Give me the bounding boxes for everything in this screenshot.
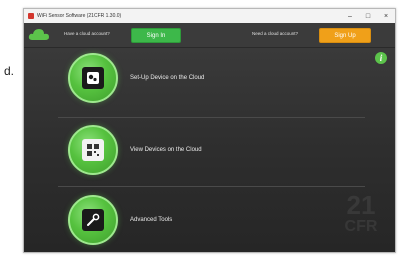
- minimize-button[interactable]: –: [341, 9, 359, 23]
- main-panel: i Set-Up Device on the Cloud View Device…: [24, 48, 395, 252]
- setup-device-button[interactable]: [68, 53, 118, 103]
- close-button[interactable]: ×: [377, 9, 395, 23]
- sign-in-button[interactable]: Sign In: [131, 28, 181, 43]
- divider: [58, 117, 365, 118]
- menu-item-label: Set-Up Device on the Cloud: [130, 75, 205, 81]
- app-icon: [28, 13, 34, 19]
- menu-item-label: Advanced Tools: [130, 217, 173, 223]
- page-text-fragment: d.: [4, 64, 15, 78]
- need-account-question: Need a cloud account?: [252, 31, 299, 36]
- divider: [58, 186, 365, 187]
- menu-item-label: View Devices on the Cloud: [130, 147, 202, 153]
- 21cfr-watermark: 21 CFR: [344, 190, 378, 235]
- maximize-button[interactable]: □: [359, 9, 377, 23]
- menu-item-view-devices[interactable]: View Devices on the Cloud: [24, 120, 395, 180]
- menu-item-setup-device[interactable]: Set-Up Device on the Cloud: [24, 48, 395, 108]
- sign-up-button[interactable]: Sign Up: [319, 28, 371, 43]
- cloud-account-question: Have a cloud account?: [64, 31, 110, 36]
- cloud-logo-icon: [28, 29, 49, 40]
- account-bar: Have a cloud account? Sign In Need a clo…: [24, 23, 395, 48]
- device-setup-icon: [87, 72, 99, 84]
- view-devices-button[interactable]: [68, 125, 118, 175]
- title-bar: WiFi Sensor Software (21CFR 1.30.0) – □ …: [24, 9, 395, 23]
- view-devices-icon: [87, 144, 99, 156]
- tools-icon: [87, 213, 100, 226]
- app-window: WiFi Sensor Software (21CFR 1.30.0) – □ …: [23, 8, 396, 253]
- window-title: WiFi Sensor Software (21CFR 1.30.0): [37, 13, 122, 19]
- advanced-tools-button[interactable]: [68, 195, 118, 245]
